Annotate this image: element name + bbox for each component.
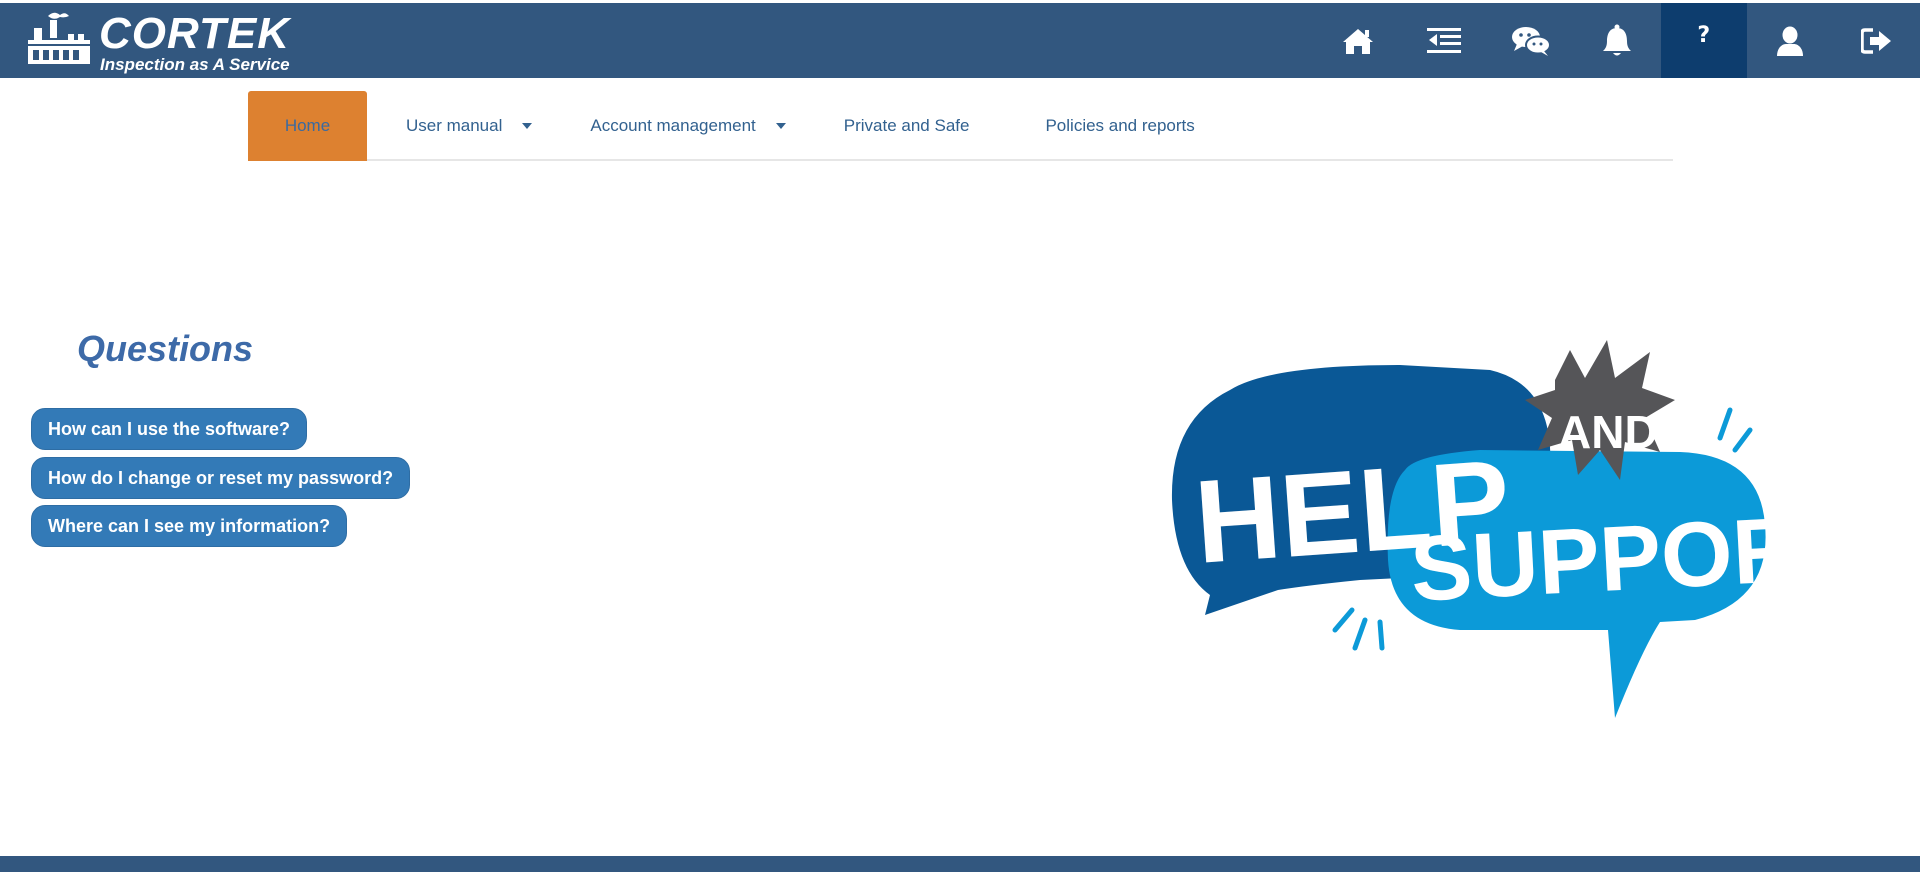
question-see-information-button[interactable]: Where can I see my information?: [31, 505, 348, 547]
tab-account-management[interactable]: Account management: [550, 91, 803, 161]
home-icon: [1342, 28, 1373, 54]
question-reset-password-button[interactable]: How do I change or reset my password?: [31, 457, 411, 499]
logout-icon: [1860, 27, 1891, 54]
tab-policies-and-reports-label: Policies and reports: [1045, 116, 1195, 135]
menu-collapse-icon: [1427, 27, 1462, 53]
caret-down-icon: [522, 123, 533, 129]
brand-tagline: Inspection as A Service: [100, 55, 290, 74]
tab-private-and-safe-label: Private and Safe: [843, 116, 970, 135]
logout-button[interactable]: [1834, 3, 1920, 78]
tab-policies-and-reports[interactable]: Policies and reports: [1045, 91, 1230, 161]
home-button[interactable]: [1315, 3, 1402, 78]
user-icon: [1777, 26, 1804, 56]
factory-icon: [28, 12, 90, 64]
help-icon: ?: [1697, 23, 1711, 48]
questions-heading: Questions: [77, 328, 254, 369]
cortek-logo[interactable]: CORTEK Inspection as A Service: [28, 8, 308, 74]
help-button[interactable]: ?: [1660, 3, 1747, 78]
chat-icon: [1511, 26, 1551, 56]
caret-down-icon: [775, 123, 786, 129]
question-use-software-button[interactable]: How can I use the software?: [31, 408, 308, 450]
tab-account-management-label: Account management: [590, 116, 756, 135]
brand-name: CORTEK: [99, 9, 290, 58]
top-navigation-bar: CORTEK Inspection as A Service ?: [0, 3, 1920, 78]
footer-bar: [0, 856, 1920, 872]
tab-user-manual[interactable]: User manual: [367, 91, 550, 161]
main-tabs: Home User manual Account management Priv…: [248, 91, 1673, 161]
bell-icon: [1603, 24, 1632, 55]
chat-button[interactable]: [1488, 3, 1575, 78]
profile-button[interactable]: [1747, 3, 1834, 78]
notifications-button[interactable]: [1574, 3, 1661, 78]
tab-private-and-safe[interactable]: Private and Safe: [804, 91, 1046, 161]
tab-home-label: Home: [284, 116, 331, 135]
help-and-support-illustration: HELP AND SUPPORT: [1171, 340, 1800, 718]
tab-home[interactable]: Home: [248, 91, 367, 161]
tab-user-manual-label: User manual: [406, 116, 503, 135]
toggle-sidebar-button[interactable]: [1401, 3, 1488, 78]
and-text: AND: [1558, 406, 1658, 458]
header-icon-bar: ?: [1315, 3, 1920, 78]
